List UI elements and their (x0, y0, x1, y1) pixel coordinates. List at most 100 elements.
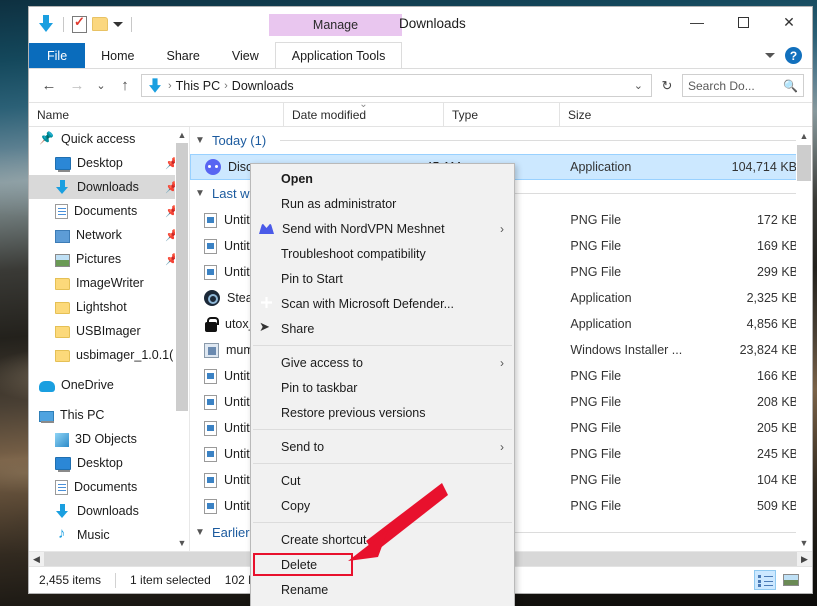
chevron-down-icon[interactable]: ▼ (194, 135, 206, 146)
tab-view[interactable]: View (216, 43, 275, 68)
blank-icon (257, 270, 277, 287)
desktop-icon (55, 157, 71, 172)
downloads-icon[interactable] (37, 15, 55, 33)
scroll-down-icon[interactable]: ▼ (175, 535, 189, 551)
sidebar-item-music[interactable]: Music (29, 523, 189, 547)
tab-home[interactable]: Home (85, 43, 150, 68)
sidebar-group-this-pc[interactable]: This PC (29, 403, 189, 427)
minimize-button[interactable]: — (674, 7, 720, 37)
blank-icon (257, 379, 277, 396)
breadcrumb-this-pc[interactable]: This PC (176, 79, 220, 93)
scrollbar-thumb[interactable] (797, 145, 811, 181)
details-view-button[interactable] (754, 570, 776, 590)
sidebar-item-imagewriter[interactable]: ImageWriter (29, 271, 189, 295)
sidebar-item-pictures[interactable]: Pictures 📌 (29, 247, 189, 271)
tab-file[interactable]: File (29, 43, 86, 68)
sidebar-group-onedrive[interactable]: OneDrive (29, 373, 189, 397)
file-group-header[interactable]: ▼ Today (1) (190, 127, 812, 154)
sidebar-item-usbimager-version[interactable]: usbimager_1.0.1( (29, 343, 189, 367)
context-menu-item-run-as-administrator[interactable]: Run as administrator (251, 191, 514, 216)
png-file-icon (204, 394, 217, 410)
context-menu-item-open[interactable]: Open (251, 166, 514, 191)
sidebar-item-downloads[interactable]: Downloads 📌 (29, 175, 189, 199)
file-group-label: Today (1) (212, 133, 267, 148)
sidebar-item-label: Documents (74, 480, 138, 494)
column-label: Date modified (292, 107, 367, 122)
sidebar-item-pictures-pc[interactable]: Pictures (29, 547, 189, 551)
downloads-icon (55, 503, 71, 519)
chevron-down-icon[interactable]: ⌄ (634, 79, 647, 92)
large-icons-view-button[interactable] (780, 570, 802, 590)
context-menu-item-restore-previous-versions[interactable]: Restore previous versions (251, 400, 514, 425)
file-name: Untit (224, 421, 250, 435)
tab-application-tools[interactable]: Application Tools (274, 42, 403, 68)
forward-button[interactable]: → (65, 74, 89, 98)
back-button[interactable]: ← (37, 74, 61, 98)
scroll-up-icon[interactable]: ▲ (175, 127, 189, 143)
sidebar-item-desktop[interactable]: Desktop 📌 (29, 151, 189, 175)
properties-icon[interactable] (72, 14, 87, 33)
file-type-cell: PNG File (570, 239, 622, 253)
3d-objects-icon (55, 432, 69, 447)
scroll-down-icon[interactable]: ▼ (796, 534, 812, 551)
refresh-icon[interactable]: ↻ (656, 74, 678, 97)
breadcrumb[interactable]: › This PC › Downloads ⌄ (141, 74, 652, 97)
context-menu-item-troubleshoot-compatibility[interactable]: Troubleshoot compatibility (251, 241, 514, 266)
tab-share[interactable]: Share (151, 43, 216, 68)
downloads-icon (147, 77, 162, 93)
search-input[interactable]: Search Do... 🔍 (682, 74, 804, 97)
sidebar-group-quick-access[interactable]: Quick access (29, 127, 189, 151)
context-menu-separator (253, 345, 512, 346)
sidebar-item-usbimager[interactable]: USBImager (29, 319, 189, 343)
scroll-left-icon[interactable]: ◀ (29, 554, 44, 565)
sidebar-item-label: Downloads (77, 180, 139, 194)
column-header-date-modified[interactable]: ⌄ Date modified (283, 99, 443, 126)
sidebar-item-documents-pc[interactable]: Documents (29, 475, 189, 499)
column-label: Type (452, 107, 479, 122)
maximize-button[interactable] (720, 7, 766, 37)
customize-caret-icon[interactable] (113, 21, 123, 27)
context-menu-label: Scan with Microsoft Defender... (281, 296, 454, 311)
png-file-icon (204, 472, 217, 488)
context-menu-item-pin-to-taskbar[interactable]: Pin to taskbar (251, 375, 514, 400)
column-header-size[interactable]: Size (559, 103, 812, 126)
chevron-down-icon[interactable]: ▼ (194, 188, 206, 199)
blank-icon (257, 581, 277, 598)
context-menu-item-share[interactable]: ➤ Share (251, 316, 514, 341)
column-header-name[interactable]: Name (29, 103, 283, 126)
context-menu-item-scan-with-microsoft-defender[interactable]: Scan with Microsoft Defender... (251, 291, 514, 316)
new-folder-icon[interactable] (92, 17, 108, 31)
breadcrumb-downloads[interactable]: Downloads (232, 79, 294, 93)
scroll-right-icon[interactable]: ▶ (797, 554, 812, 565)
sidebar-group-label: This PC (60, 408, 105, 422)
up-button[interactable]: ↑ (113, 74, 137, 98)
chevron-down-icon[interactable] (765, 53, 775, 58)
sidebar-item-desktop-pc[interactable]: Desktop (29, 451, 189, 475)
column-header-type[interactable]: Type (443, 103, 559, 126)
context-menu-item-pin-to-start[interactable]: Pin to Start (251, 266, 514, 291)
recent-locations-button[interactable]: ⌄ (93, 74, 109, 98)
context-menu-item-rename[interactable]: Rename (251, 577, 514, 602)
pin-star-icon (39, 131, 55, 147)
file-name: Untit (224, 395, 250, 409)
file-list-scrollbar[interactable]: ▲ ▼ (796, 127, 812, 551)
navigation-pane-scrollbar[interactable]: ▲ ▼ (175, 127, 189, 551)
sidebar-item-documents[interactable]: Documents 📌 (29, 199, 189, 223)
sidebar-item-lightshot[interactable]: Lightshot (29, 295, 189, 319)
sidebar-item-downloads-pc[interactable]: Downloads (29, 499, 189, 523)
search-icon: 🔍 (783, 78, 798, 93)
sidebar-item-3d-objects[interactable]: 3D Objects (29, 427, 189, 451)
scrollbar-thumb[interactable] (176, 143, 188, 411)
context-menu-item-send-with-nordvpn-meshnet[interactable]: Send with NordVPN Meshnet › (251, 216, 514, 241)
blank-icon (257, 556, 277, 573)
scrollbar-track[interactable] (175, 143, 189, 535)
help-icon[interactable]: ? (785, 47, 802, 64)
close-button[interactable]: ✕ (766, 7, 812, 37)
sidebar-item-label: Music (77, 528, 110, 542)
context-menu-item-send-to[interactable]: Send to › (251, 434, 514, 459)
context-menu-item-give-access-to[interactable]: Give access to › (251, 350, 514, 375)
scroll-up-icon[interactable]: ▲ (796, 127, 812, 144)
chevron-down-icon[interactable]: ▼ (194, 527, 206, 538)
sidebar-item-network[interactable]: Network 📌 (29, 223, 189, 247)
blank-icon (257, 404, 277, 421)
